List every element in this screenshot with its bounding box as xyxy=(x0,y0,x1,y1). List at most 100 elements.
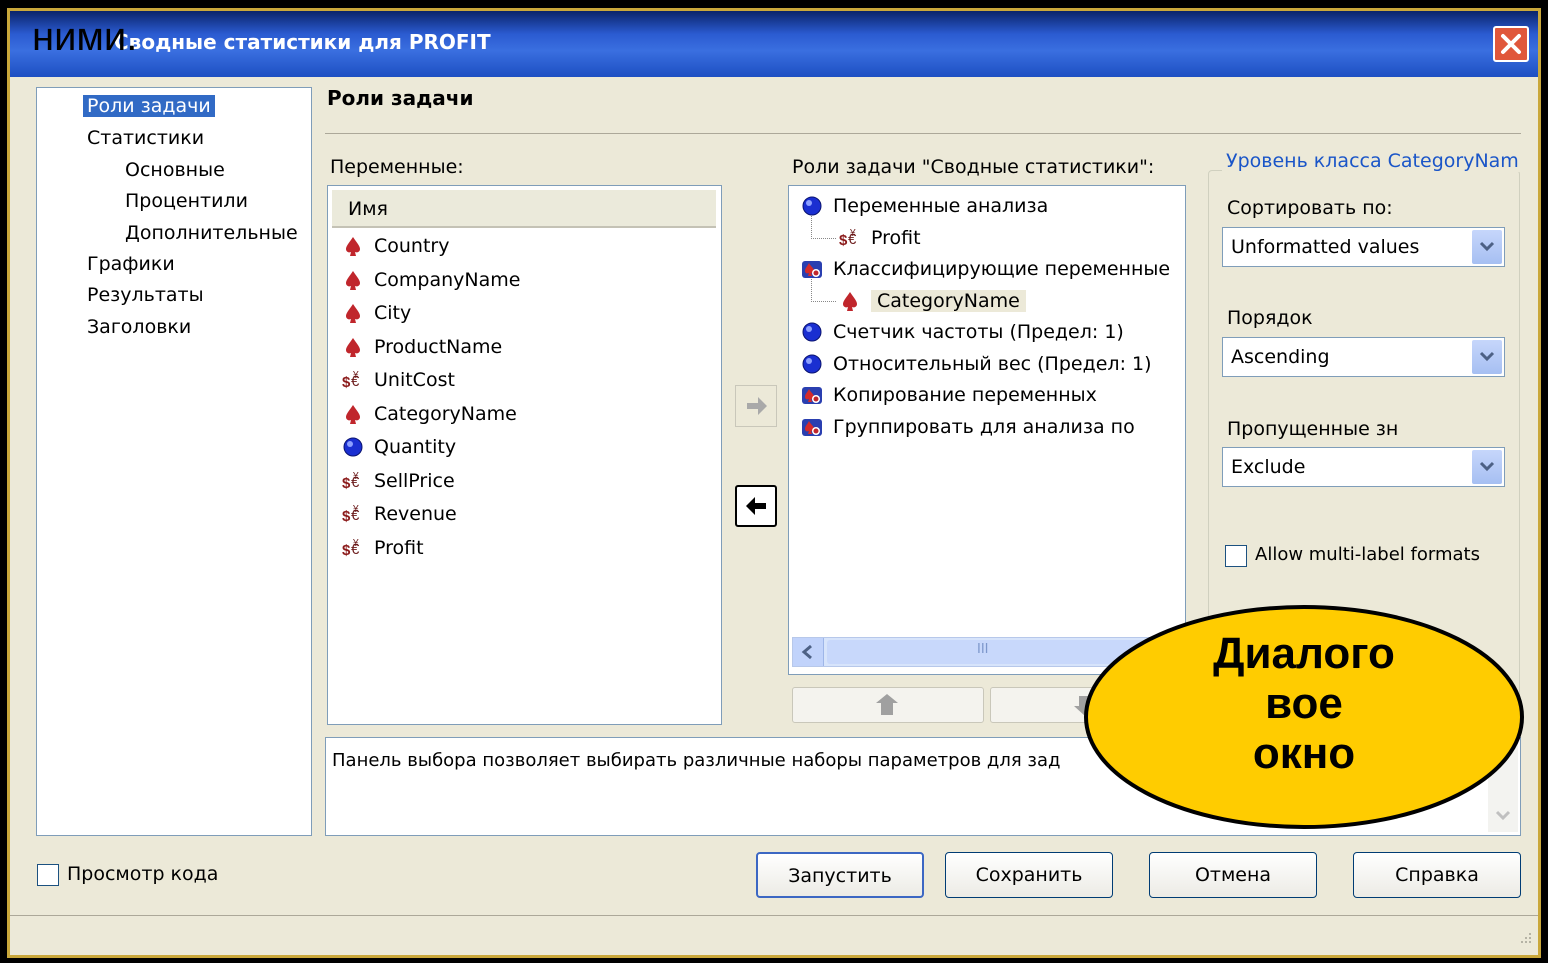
numeric-role-icon xyxy=(801,353,823,375)
sort-by-select[interactable]: Unformatted values xyxy=(1222,227,1505,267)
variable-name: Profit xyxy=(374,536,424,559)
chevron-down-icon xyxy=(1479,241,1495,252)
variable-item[interactable]: City xyxy=(342,297,411,329)
svg-text:¥: ¥ xyxy=(352,538,359,549)
missing-values-dropdown-button[interactable] xyxy=(1472,450,1502,484)
preview-code-checkbox[interactable] xyxy=(37,864,59,886)
character-icon xyxy=(342,403,364,425)
variable-item[interactable]: CompanyName xyxy=(342,264,520,296)
nav-tree[interactable]: Роли задачи Статистики Основные Проценти… xyxy=(36,87,312,836)
help-button[interactable]: Справка xyxy=(1353,852,1521,898)
missing-values-select[interactable]: Exclude xyxy=(1222,447,1505,487)
tree-connector xyxy=(811,215,836,239)
role-item[interactable]: Группировать для анализа по xyxy=(801,411,1135,443)
role-label: Счетчик частоты (Предел: 1) xyxy=(833,321,1124,343)
currency-icon: $ € ¥ xyxy=(342,369,364,391)
callout-bubble: Диалого вое окно xyxy=(1082,603,1526,831)
role-item[interactable]: Копирование переменных xyxy=(801,379,1097,411)
save-button-label: Сохранить xyxy=(975,864,1083,886)
nav-item-basic[interactable]: Основные xyxy=(125,159,225,181)
variable-item[interactable]: $ € ¥ Profit xyxy=(342,532,424,564)
role-item[interactable]: Переменные анализа xyxy=(801,190,1048,222)
variable-item[interactable]: $ € ¥ Revenue xyxy=(342,498,457,530)
variable-name: Country xyxy=(374,235,450,257)
nav-item-roles[interactable]: Роли задачи xyxy=(83,95,215,117)
order-value: Ascending xyxy=(1231,346,1330,368)
save-button[interactable]: Сохранить xyxy=(945,852,1113,898)
variable-name: City xyxy=(374,302,412,324)
arrow-up-icon xyxy=(876,694,898,715)
role-label: Profit xyxy=(871,226,921,249)
move-up-button[interactable] xyxy=(792,687,984,723)
svg-text:$: $ xyxy=(839,232,848,249)
nav-item-results[interactable]: Результаты xyxy=(87,284,204,306)
nav-item-additional[interactable]: Дополнительные xyxy=(125,222,298,244)
scroll-left-button[interactable] xyxy=(793,638,824,666)
variable-item[interactable]: CategoryName xyxy=(342,398,517,430)
role-label: CategoryName xyxy=(871,289,1026,312)
nav-item-statistics[interactable]: Статистики xyxy=(87,127,204,149)
close-button[interactable] xyxy=(1493,26,1529,62)
multilabel-checkbox[interactable] xyxy=(1225,545,1247,567)
numeric-icon xyxy=(342,436,364,458)
variable-name: CompanyName xyxy=(374,268,521,291)
character-icon xyxy=(342,235,364,257)
variable-name: Quantity xyxy=(374,436,457,458)
multilabel-label: Allow multi-label formats xyxy=(1255,544,1480,565)
svg-text:¥: ¥ xyxy=(352,504,359,515)
role-label: Группировать для анализа по xyxy=(833,415,1135,438)
class-level-legend: Уровень класса CategoryNam xyxy=(1222,150,1523,172)
section-title: Роли задачи xyxy=(327,86,474,110)
variable-item[interactable]: Country xyxy=(342,230,449,262)
order-select[interactable]: Ascending xyxy=(1222,337,1505,377)
chevron-down-icon xyxy=(1479,351,1495,362)
nav-item-percentiles[interactable]: Процентили xyxy=(125,190,248,212)
callout-line-2: вое xyxy=(1265,679,1343,728)
help-button-label: Справка xyxy=(1395,864,1479,886)
currency-icon: $ € ¥ xyxy=(839,227,861,249)
variable-item[interactable]: $ € ¥ UnitCost xyxy=(342,364,455,396)
missing-values-label: Пропущенные зн xyxy=(1227,418,1399,440)
name-column-header[interactable]: Имя xyxy=(332,190,716,228)
variables-label: Переменные: xyxy=(330,156,464,178)
sort-by-label: Сортировать по: xyxy=(1227,197,1393,219)
cancel-button[interactable]: Отмена xyxy=(1149,852,1317,898)
task-roles-list[interactable]: Переменные анализа $ € ¥ Profit Классифицирую… xyxy=(788,185,1186,675)
variable-item[interactable]: $ € ¥ SellPrice xyxy=(342,465,455,497)
order-label: Порядок xyxy=(1227,307,1313,329)
currency-icon: $ € ¥ xyxy=(342,503,364,525)
role-label: Классифицирующие переменные xyxy=(833,258,1171,280)
svg-text:¥: ¥ xyxy=(352,471,359,482)
sort-by-dropdown-button[interactable] xyxy=(1472,230,1502,264)
mixed-role-icon xyxy=(801,384,823,406)
variable-name: Revenue xyxy=(374,503,457,525)
variable-name: ProductName xyxy=(374,335,503,358)
run-button[interactable]: Запустить xyxy=(756,852,924,898)
role-item[interactable]: Относительный вес (Предел: 1) xyxy=(801,348,1152,380)
callout-line-3: окно xyxy=(1252,729,1356,778)
preview-code-label: Просмотр кода xyxy=(67,863,219,885)
close-icon xyxy=(1501,34,1521,54)
cancel-button-label: Отмена xyxy=(1194,864,1272,886)
variable-item[interactable]: Quantity xyxy=(342,431,456,463)
variables-list[interactable]: Имя Country CompanyName City ProductName $ € ¥… xyxy=(327,185,722,725)
roles-label: Роли задачи "Сводные статистики": xyxy=(792,156,1155,178)
role-item[interactable]: Счетчик частоты (Предел: 1) xyxy=(801,316,1124,348)
window-title: Сводные статистики для PROFIT xyxy=(114,30,491,54)
role-assigned-variable[interactable]: $ € ¥ Profit xyxy=(811,215,921,254)
nav-item-titles[interactable]: Заголовки xyxy=(87,316,191,338)
resize-grip-icon[interactable] xyxy=(1516,930,1534,948)
svg-text:$: $ xyxy=(342,475,351,492)
nav-item-plots[interactable]: Графики xyxy=(87,253,175,275)
numeric-role-icon xyxy=(801,321,823,343)
role-label: Копирование переменных xyxy=(833,384,1097,406)
variable-item[interactable]: ProductName xyxy=(342,331,502,363)
svg-text:$: $ xyxy=(342,542,351,559)
remove-from-role-button[interactable] xyxy=(735,485,777,527)
numeric-role-icon xyxy=(801,195,823,217)
section-divider xyxy=(325,133,1521,134)
role-item[interactable]: Классифицирующие переменные xyxy=(801,253,1170,285)
role-assigned-variable[interactable]: CategoryName xyxy=(811,278,1026,317)
add-to-role-button[interactable] xyxy=(735,385,777,427)
order-dropdown-button[interactable] xyxy=(1472,340,1502,374)
